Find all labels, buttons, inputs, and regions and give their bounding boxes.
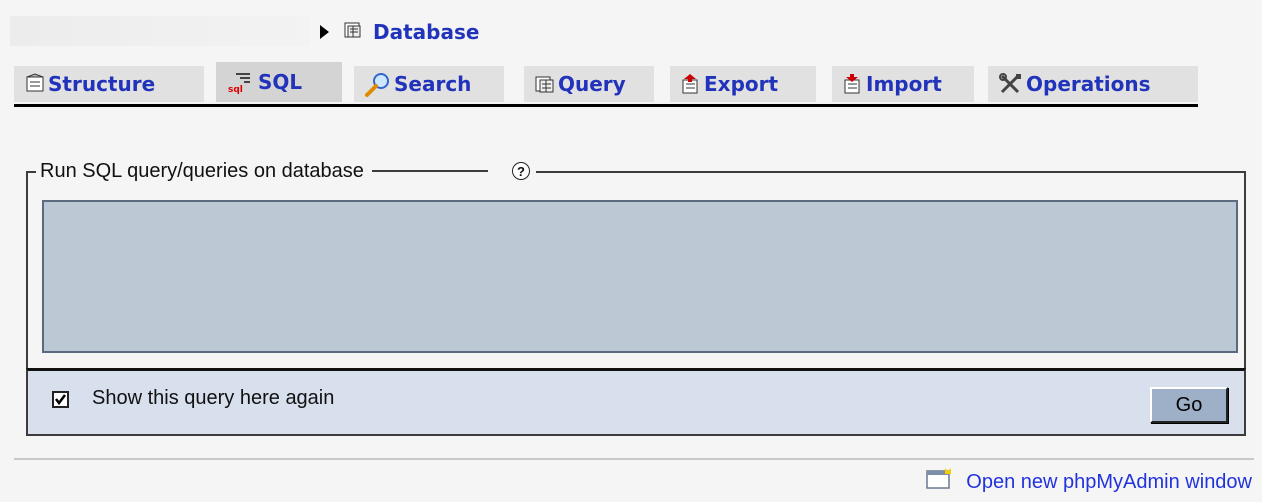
svg-text:sql: sql [228, 85, 243, 94]
tab-export[interactable]: Export [670, 66, 816, 102]
sql-query-legend-label: Run SQL query/queries on database [40, 159, 364, 182]
tab-sql[interactable]: sql SQL [216, 62, 342, 102]
header-left-area [10, 16, 310, 46]
search-icon [365, 73, 389, 97]
database-icon [343, 20, 363, 45]
import-icon [844, 74, 860, 94]
tab-operations-label: Operations [1026, 72, 1151, 96]
footer-separator [14, 458, 1254, 460]
tab-query-label: Query [558, 72, 626, 96]
tab-sql-label: SQL [258, 70, 303, 94]
sql-query-textarea[interactable] [42, 200, 1238, 353]
breadcrumb[interactable]: Database [320, 18, 479, 46]
help-icon[interactable]: ? [511, 162, 530, 180]
open-new-window-link[interactable]: Open new phpMyAdmin window [926, 468, 1252, 496]
breadcrumb-database-link[interactable]: Database [373, 20, 479, 44]
tab-structure-label: Structure [48, 72, 156, 96]
checkmark-icon [55, 394, 66, 406]
show-query-again-checkbox[interactable] [52, 391, 69, 408]
tab-query[interactable]: Query [524, 66, 654, 102]
tab-search-label: Search [394, 72, 472, 96]
tab-structure[interactable]: Structure [14, 66, 204, 102]
sql-query-legend: Run SQL query/queries on database ? [36, 158, 536, 184]
tab-search[interactable]: Search [354, 66, 504, 102]
breadcrumb-arrow-icon [320, 25, 329, 39]
operations-icon [999, 73, 1021, 94]
sql-icon: sql [228, 73, 250, 94]
tab-bar: Structure sql SQL Search Query Export Im… [14, 62, 1198, 106]
open-new-window-label[interactable]: Open new phpMyAdmin window [966, 471, 1252, 494]
tab-import-label: Import [866, 72, 942, 96]
tab-import[interactable]: Import [832, 66, 974, 102]
tab-bar-underline [14, 104, 1198, 107]
export-icon [682, 74, 698, 94]
new-window-icon [926, 468, 952, 496]
tab-export-label: Export [704, 72, 779, 96]
go-button[interactable]: Go [1150, 387, 1228, 423]
show-query-again-label[interactable]: Show this query here again [92, 387, 334, 410]
tab-operations[interactable]: Operations [988, 66, 1198, 102]
structure-icon [26, 73, 44, 92]
query-icon [535, 76, 554, 93]
legend-divider [371, 170, 488, 172]
